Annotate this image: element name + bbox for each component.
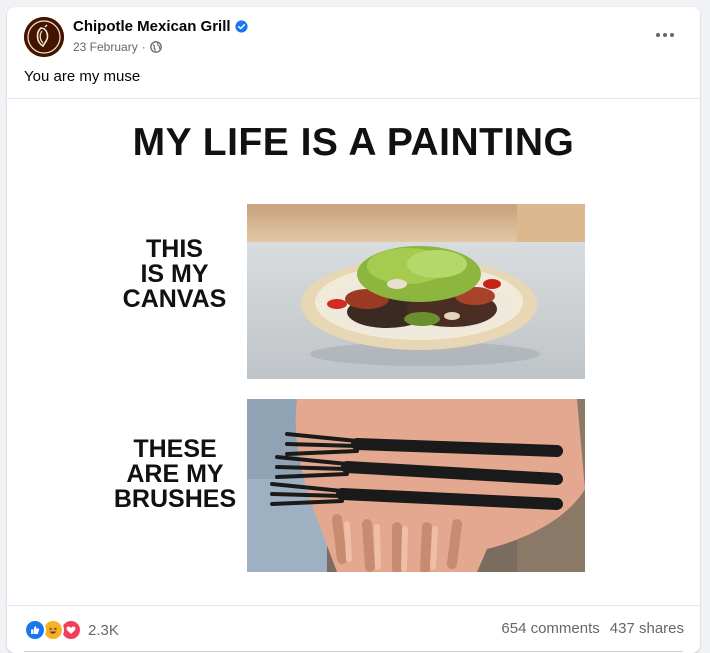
more-options-button[interactable] bbox=[652, 25, 678, 45]
more-dot bbox=[663, 33, 667, 37]
post-card: Chipotle Mexican Grill 23 February · You… bbox=[7, 7, 700, 653]
more-dot bbox=[670, 33, 674, 37]
engagement-counts: 654 comments 437 shares bbox=[501, 620, 684, 637]
post-meta: 23 February · bbox=[73, 40, 162, 54]
caption-canvas: THIS IS MY CANVAS bbox=[122, 235, 227, 313]
comments-count[interactable]: 654 comments bbox=[501, 620, 599, 637]
chipotle-logo-icon bbox=[24, 17, 64, 57]
shares-count[interactable]: 437 shares bbox=[610, 620, 684, 637]
meme-title: MY LIFE IS A PAINTING bbox=[132, 121, 575, 164]
like-icon bbox=[24, 619, 46, 641]
caption-brushes: THESE ARE MY BRUSHES bbox=[113, 435, 237, 513]
stats-divider bbox=[7, 605, 700, 606]
globe-icon[interactable] bbox=[149, 41, 162, 53]
meta-separator: · bbox=[141, 40, 146, 54]
post-text: You are my muse bbox=[24, 68, 141, 85]
verified-badge-icon bbox=[234, 20, 248, 33]
burrito-bowl-photo bbox=[247, 204, 585, 379]
more-dot bbox=[656, 33, 660, 37]
page-name-link[interactable]: Chipotle Mexican Grill bbox=[73, 18, 248, 35]
reaction-count[interactable]: 2.3K bbox=[88, 622, 119, 639]
post-image[interactable]: MY LIFE IS A PAINTING THIS IS MY CANVAS … bbox=[7, 99, 700, 604]
actions-divider bbox=[24, 651, 683, 652]
page-name[interactable]: Chipotle Mexican Grill bbox=[73, 18, 231, 35]
forks-in-hands-photo bbox=[247, 399, 585, 572]
post-date[interactable]: 23 February bbox=[73, 40, 138, 54]
reactions-summary[interactable]: 2.3K bbox=[24, 619, 119, 641]
page-avatar[interactable] bbox=[24, 17, 64, 57]
